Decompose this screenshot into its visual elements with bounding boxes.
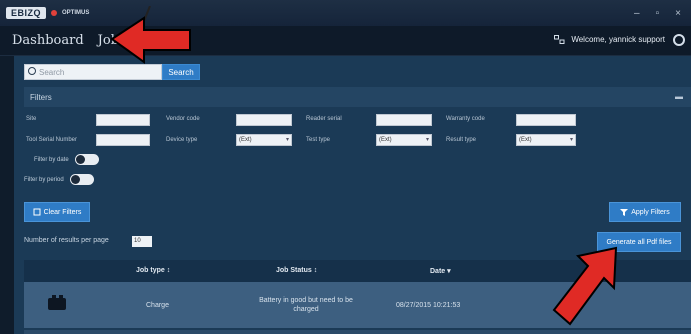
results-per-page-label: Number of results per page [24, 237, 109, 244]
filters-panel-header[interactable]: Filters ▬ [24, 87, 691, 107]
cell-job-status: Battery in good but need to be charged [259, 297, 353, 313]
filter-label-test-type: Test type [306, 137, 331, 143]
logo-mark: EBIZQ [6, 7, 47, 19]
annotation-arrow-top [110, 6, 191, 64]
switch-icon[interactable] [554, 35, 565, 44]
apply-filters-button[interactable]: Apply Filters [609, 202, 681, 222]
filter-label-site: Site [26, 116, 37, 122]
filter-label-reader: Reader serial [306, 116, 342, 122]
chevron-up-icon[interactable]: ▬ [675, 92, 683, 101]
clear-filters-button[interactable]: Clear Filters [24, 202, 90, 222]
filter-reader-input[interactable] [376, 114, 432, 126]
filter-result-type-select[interactable]: (Ext) ▾ [516, 134, 576, 146]
filter-label-tool-serial: Tool Serial Number [26, 137, 78, 143]
results-per-page-select[interactable]: 10 [132, 236, 152, 247]
window-controls: – ▫ × [634, 8, 681, 19]
app-logo: EBIZQ OPTIMUS [6, 7, 89, 19]
battery-charge-icon [48, 295, 66, 310]
user-icon[interactable] [673, 34, 685, 46]
minimize-icon[interactable]: – [634, 8, 640, 19]
nav-dashboard[interactable]: Dashboard [12, 33, 84, 48]
chevron-down-icon: ▾ [569, 137, 573, 143]
filter-vendor-input[interactable] [236, 114, 292, 126]
cell-job-type: Charge [146, 302, 169, 309]
nav-bar: Dashboard Jobs Welcome, yannick support [0, 26, 691, 56]
maximize-icon[interactable]: ▫ [656, 8, 660, 19]
cell-date: 08/27/2015 10:21:53 [396, 302, 461, 309]
filter-device-type-select[interactable]: (Ext) ▾ [236, 134, 292, 146]
filter-test-type-select[interactable]: (Ext) ▾ [376, 134, 432, 146]
column-job-type[interactable]: Job type ↕ [136, 267, 170, 274]
filter-icon [620, 209, 629, 216]
column-job-status[interactable]: Job Status ↕ [276, 267, 317, 274]
title-bar: EBIZQ OPTIMUS – ▫ × [0, 0, 691, 26]
search-placeholder: Search [39, 67, 65, 77]
filter-label-vendor: Vendor code [166, 116, 200, 122]
welcome-text: Welcome, yannick support [571, 35, 665, 44]
filter-by-date-label: Filter by date [34, 156, 69, 163]
logo-dot-icon [51, 10, 58, 16]
filter-by-date-row: Filter by date [34, 154, 99, 165]
chevron-down-icon: ▾ [425, 137, 429, 143]
clear-icon [33, 208, 41, 216]
filter-tool-serial-input[interactable] [96, 134, 150, 146]
logo-subtitle: OPTIMUS [62, 10, 90, 16]
close-icon[interactable]: × [675, 8, 681, 19]
filter-warranty-input[interactable] [516, 114, 576, 126]
filters-title: Filters [30, 92, 52, 102]
welcome-area: Welcome, yannick support [554, 35, 665, 44]
search-icon [28, 67, 36, 75]
annotation-arrow-bottom [552, 246, 618, 326]
filter-by-period-row: Filter by period [24, 174, 94, 185]
filter-label-result-type: Result type [446, 137, 477, 143]
filter-by-period-label: Filter by period [24, 176, 64, 183]
column-date[interactable]: Date ▾ [430, 267, 451, 275]
chevron-down-icon: ▾ [285, 137, 289, 143]
filter-site-input[interactable] [96, 114, 150, 126]
filter-by-date-toggle[interactable] [74, 154, 99, 165]
filter-label-device-type: Device type [166, 137, 198, 143]
filter-by-period-toggle[interactable] [69, 174, 94, 185]
filter-label-warranty: Warranty code [446, 116, 485, 122]
